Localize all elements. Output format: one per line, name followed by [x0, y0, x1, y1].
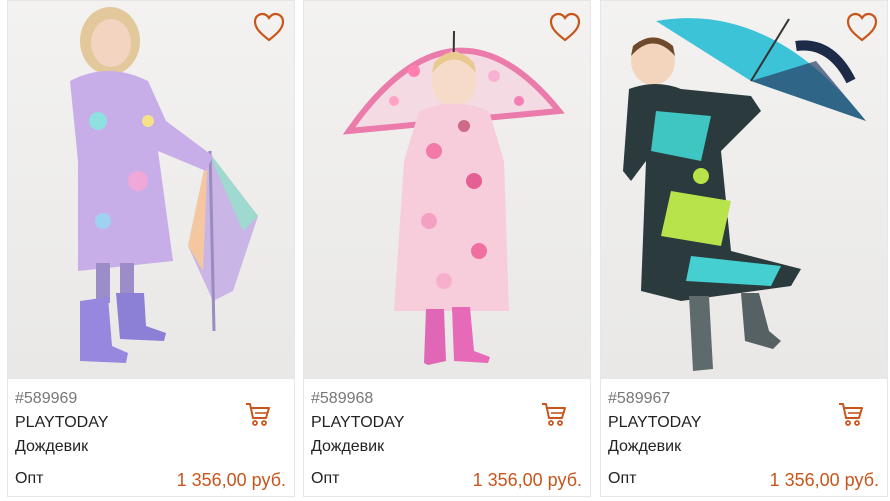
product-card[interactable]: #589967 PLAYTODAY Дождевик Опт 1 356,00 …	[600, 0, 888, 497]
product-card[interactable]: #589968 PLAYTODAY Дождевик Опт 1 356,00 …	[303, 0, 591, 497]
price-label: Опт	[311, 470, 340, 487]
product-price: 1 356,00 руб.	[769, 470, 879, 490]
product-type: Дождевик	[311, 438, 385, 455]
price-label: Опт	[608, 470, 637, 487]
product-brand: PLAYTODAY	[15, 414, 109, 431]
product-type: Дождевик	[608, 438, 682, 455]
shopping-cart-icon[interactable]	[540, 401, 568, 427]
price-label: Опт	[15, 470, 44, 487]
product-photo[interactable]	[304, 1, 590, 379]
product-price: 1 356,00 руб.	[176, 470, 286, 490]
product-photo[interactable]	[601, 1, 887, 379]
product-sku: #589969	[15, 390, 78, 407]
product-sku: #589967	[608, 390, 671, 407]
product-brand: PLAYTODAY	[311, 414, 405, 431]
shopping-cart-icon[interactable]	[244, 401, 272, 427]
product-grid: #589969 PLAYTODAY Дождевик Опт 1 356,00 …	[0, 0, 890, 501]
heart-outline-icon[interactable]	[252, 11, 286, 43]
product-card[interactable]: #589969 PLAYTODAY Дождевик Опт 1 356,00 …	[7, 0, 295, 497]
heart-outline-icon[interactable]	[548, 11, 582, 43]
product-brand: PLAYTODAY	[608, 414, 702, 431]
shopping-cart-icon[interactable]	[837, 401, 865, 427]
product-sku: #589968	[311, 390, 374, 407]
product-photo[interactable]	[8, 1, 294, 379]
product-type: Дождевик	[15, 438, 89, 455]
product-price: 1 356,00 руб.	[472, 470, 582, 490]
heart-outline-icon[interactable]	[845, 11, 879, 43]
